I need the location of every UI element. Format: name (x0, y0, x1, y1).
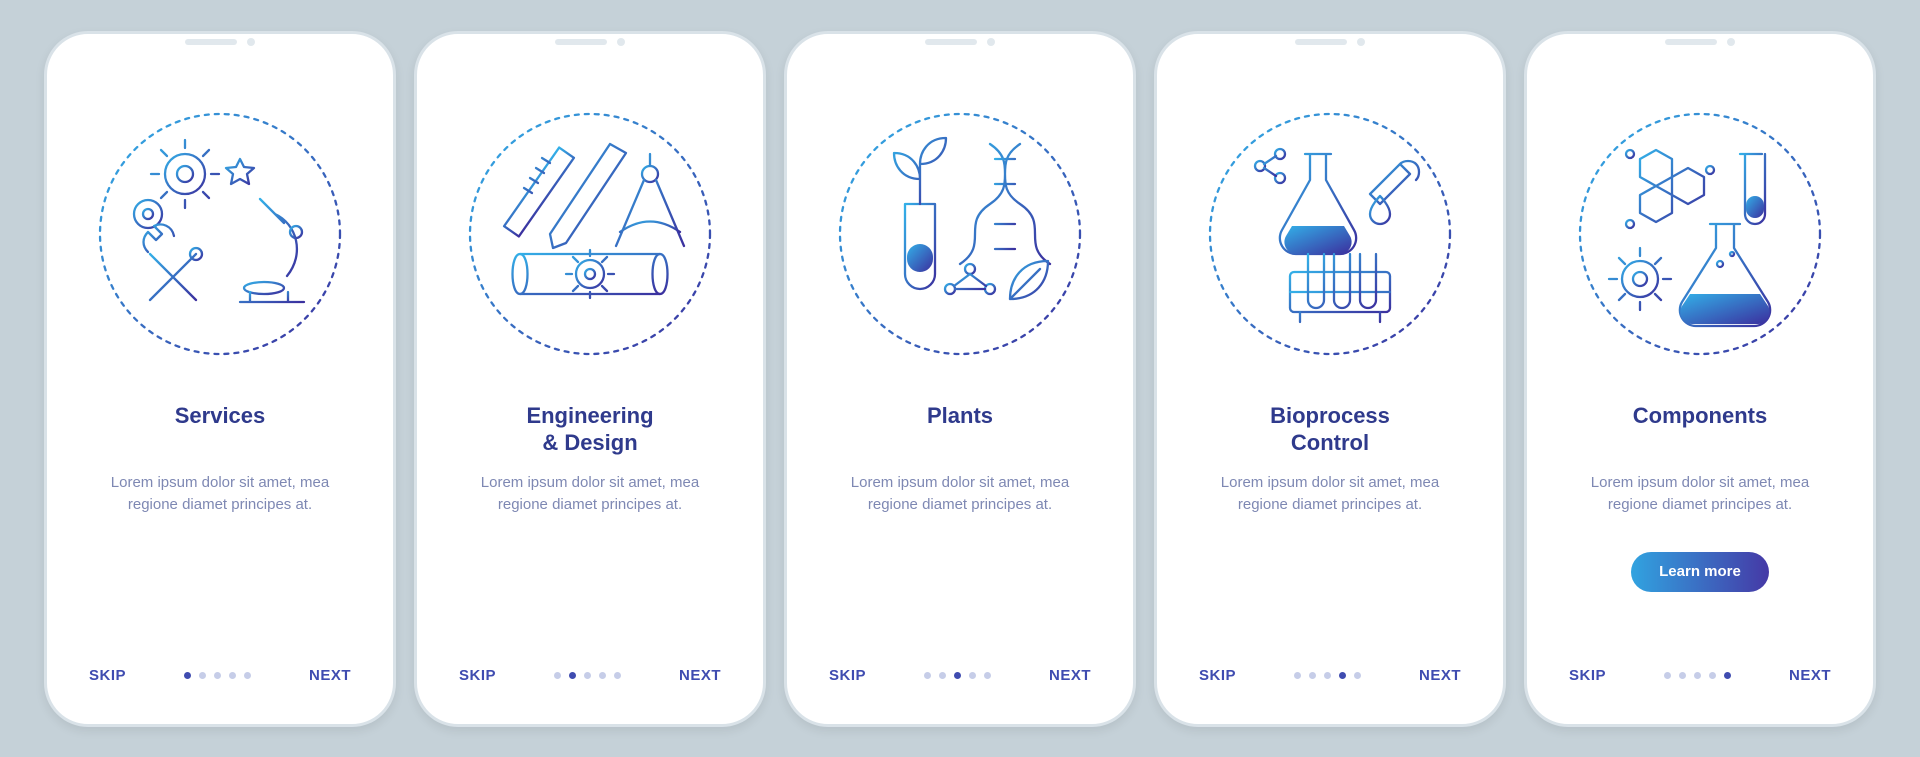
screen-desc: Lorem ipsum dolor sit amet, mea regione … (1195, 472, 1465, 542)
onboarding-screen: Services Lorem ipsum dolor sit amet, mea… (61, 48, 379, 710)
screen-desc: Lorem ipsum dolor sit amet, mea regione … (85, 472, 355, 542)
onboarding-screen: Engineering & Design Lorem ipsum dolor s… (431, 48, 749, 710)
screen-desc: Lorem ipsum dolor sit amet, mea regione … (825, 472, 1095, 542)
next-button[interactable]: NEXT (1789, 667, 1831, 684)
phone-notch (1157, 38, 1503, 46)
phone-bioprocess: Bioprocess Control Lorem ipsum dolor sit… (1154, 31, 1506, 727)
screen-title: Engineering & Design (455, 402, 725, 458)
next-button[interactable]: NEXT (1419, 667, 1461, 684)
page-indicator (554, 672, 621, 679)
onboarding-screen: Plants Lorem ipsum dolor sit amet, mea r… (801, 48, 1119, 710)
phone-notch (1527, 38, 1873, 46)
next-button[interactable]: NEXT (1049, 667, 1091, 684)
screen-title: Bioprocess Control (1195, 402, 1465, 458)
phone-engineering: Engineering & Design Lorem ipsum dolor s… (414, 31, 766, 727)
page-indicator (1294, 672, 1361, 679)
learn-more-button[interactable]: Learn more (1631, 552, 1769, 592)
phone-notch (787, 38, 1133, 46)
components-icon (1565, 84, 1835, 384)
screen-desc: Lorem ipsum dolor sit amet, mea regione … (1565, 472, 1835, 542)
services-icon (85, 84, 355, 384)
phone-notch (47, 38, 393, 46)
page-indicator (184, 672, 251, 679)
skip-button[interactable]: SKIP (1199, 667, 1236, 684)
onboarding-screen: Components Lorem ipsum dolor sit amet, m… (1541, 48, 1859, 710)
phone-notch (417, 38, 763, 46)
onboarding-screen: Bioprocess Control Lorem ipsum dolor sit… (1171, 48, 1489, 710)
engineering-icon (455, 84, 725, 384)
skip-button[interactable]: SKIP (829, 667, 866, 684)
screen-title: Plants (825, 402, 1095, 458)
bioprocess-icon (1195, 84, 1465, 384)
plants-icon (825, 84, 1095, 384)
phone-plants: Plants Lorem ipsum dolor sit amet, mea r… (784, 31, 1136, 727)
screen-title: Services (85, 402, 355, 458)
page-indicator (924, 672, 991, 679)
screen-title: Components (1565, 402, 1835, 458)
skip-button[interactable]: SKIP (1569, 667, 1606, 684)
skip-button[interactable]: SKIP (89, 667, 126, 684)
phone-services: Services Lorem ipsum dolor sit amet, mea… (44, 31, 396, 727)
next-button[interactable]: NEXT (309, 667, 351, 684)
phone-components: Components Lorem ipsum dolor sit amet, m… (1524, 31, 1876, 727)
page-indicator (1664, 672, 1731, 679)
screen-desc: Lorem ipsum dolor sit amet, mea regione … (455, 472, 725, 542)
next-button[interactable]: NEXT (679, 667, 721, 684)
skip-button[interactable]: SKIP (459, 667, 496, 684)
